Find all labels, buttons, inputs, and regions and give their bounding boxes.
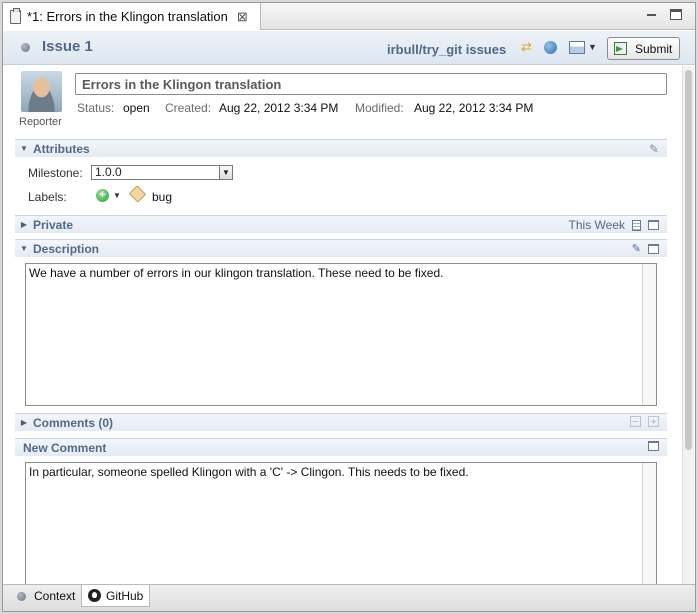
issue-header: Issue 1 irbull/try_git issues ⇄ ▼ Submit [3,31,695,65]
chevron-down-icon[interactable]: ▼ [15,244,33,253]
description-text: We have a number of errors in our klingo… [29,266,444,280]
issue-editor-window: *1: Errors in the Klingon translation ⊠ … [2,2,696,612]
milestone-value: 1.0.0 [95,165,122,179]
milestone-select[interactable]: 1.0.0 ▼ [91,165,233,180]
editor-tab-bar: *1: Errors in the Klingon translation ⊠ [3,3,695,30]
private-section-header[interactable]: ▶ Private This Week [15,215,667,233]
context-icon [17,591,26,601]
label-bug[interactable]: bug [152,190,172,204]
attributes-edit-icon[interactable]: ✎ [649,142,659,156]
submit-label: Submit [635,41,673,56]
attributes-section-header[interactable]: ▼ Attributes ✎ [15,139,667,157]
submit-button[interactable]: Submit [607,37,680,60]
bottom-tab-bar: Context GitHub [3,584,695,611]
new-comment-textbox[interactable]: In particular, someone spelled Klingon w… [25,462,657,584]
labels-label: Labels: [28,190,67,204]
calendar-icon[interactable] [632,219,641,231]
description-actions: ✎ [632,242,659,255]
tab-github-label: GitHub [106,588,144,603]
new-comment-text: In particular, someone spelled Klingon w… [29,465,469,479]
edit-icon[interactable]: ✎ [632,242,641,255]
modified-label: Modified: [355,101,404,115]
tag-icon [128,185,147,203]
created-label: Created: [165,101,212,115]
editor-scrollbar[interactable] [682,66,694,584]
tab-context[interactable]: Context [11,585,81,607]
reporter-label: Reporter [19,116,62,128]
maximize-section-icon[interactable] [648,243,659,254]
synchronize-icon[interactable]: ⇄ [521,40,535,54]
editor-scroll-thumb[interactable] [685,70,692,450]
chevron-down-icon[interactable]: ▼ [588,42,597,52]
description-title: Description [33,241,100,256]
maximize-section-icon[interactable] [648,441,659,451]
comments-title: Comments (0) [33,415,114,430]
layout-icon[interactable] [569,41,585,54]
chevron-right-icon[interactable]: ▶ [15,220,33,229]
issue-title: Issue 1 [42,38,93,55]
expand-all-icon[interactable] [648,416,659,427]
globe-icon[interactable] [544,41,557,54]
chevron-right-icon[interactable]: ▶ [15,418,33,427]
maximize-section-icon[interactable] [648,220,659,230]
chevron-down-icon[interactable]: ▼ [15,144,33,153]
created-value: Aug 22, 2012 3:34 PM [219,101,339,115]
comments-section-header[interactable]: ▶ Comments (0) [15,413,667,431]
issue-dot-icon [21,43,30,52]
chevron-down-icon[interactable]: ▼ [113,191,121,200]
private-actions: This Week [569,218,659,232]
editor-content: Reporter Errors in the Klingon translati… [3,66,681,584]
new-comment-title: New Comment [23,440,107,455]
summary-field[interactable]: Errors in the Klingon translation [75,73,667,95]
this-week-label: This Week [568,218,625,232]
description-scrollbar[interactable] [642,264,656,405]
add-label-icon[interactable]: + [96,189,109,202]
github-icon [88,589,101,602]
avatar [21,71,62,112]
attributes-title: Attributes [33,141,90,156]
editor-tab-title: *1: Errors in the Klingon translation [27,9,228,24]
new-comment-actions [648,441,659,451]
status-label: Status: [77,101,115,115]
description-section-header[interactable]: ▼ Description ✎ [15,239,667,257]
close-icon[interactable]: ⊠ [237,9,248,25]
comments-actions [630,416,659,427]
submit-icon [614,42,627,55]
milestone-label: Milestone: [28,166,83,180]
status-value: open [123,101,150,115]
private-title: Private [33,217,74,232]
minimize-button[interactable] [646,9,658,20]
clipboard-icon [10,7,21,24]
chevron-down-icon[interactable]: ▼ [219,166,232,179]
new-comment-scrollbar[interactable] [642,463,656,584]
tab-github[interactable]: GitHub [81,585,151,607]
maximize-button[interactable] [670,9,682,20]
new-comment-section-header: New Comment [15,438,667,456]
description-textbox[interactable]: We have a number of errors in our klingo… [25,263,657,406]
modified-value: Aug 22, 2012 3:34 PM [414,101,534,115]
tab-context-label: Context [34,589,76,603]
editor-tab-issue-1[interactable]: *1: Errors in the Klingon translation ⊠ [3,3,261,30]
collapse-all-icon[interactable] [630,416,641,427]
repository-label[interactable]: irbull/try_git issues [387,42,506,57]
